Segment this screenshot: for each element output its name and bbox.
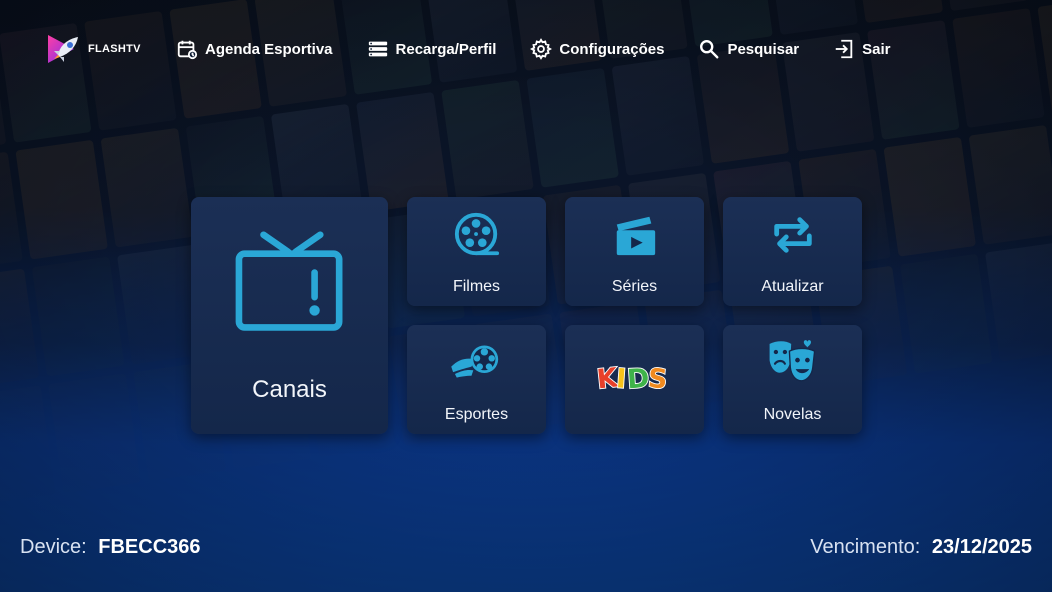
nav-configuracoes[interactable]: Configurações [530,38,664,60]
nav-pesquisar-label: Pesquisar [727,40,800,58]
nav-recarga-label: Recarga/Perfil [395,40,497,58]
calendar-icon [177,40,198,60]
soccer-ball-icon [450,345,498,378]
nav-pesquisar[interactable]: Pesquisar [698,38,799,60]
tile-atualizar[interactable]: Atualizar [723,197,862,306]
film-reel-icon [454,212,499,256]
device-value: FBECC366 [98,536,201,558]
rocket-logo-icon [48,35,78,63]
tile-atualizar-label: Atualizar [761,278,824,295]
nav-recarga-perfil[interactable]: Recarga/Perfil [367,38,497,60]
refresh-icon [773,217,812,253]
tv-icon [235,231,342,331]
main-nav: Agenda Esportiva Recarga/Perfil Configur… [176,38,891,60]
theater-masks-icon [769,340,815,382]
tile-esportes-label: Esportes [444,406,509,423]
tile-filmes-label: Filmes [452,278,501,295]
tile-novelas-label: Novelas [763,406,822,423]
tile-canais[interactable]: Canais [191,197,388,434]
logo-text: FLASHTV [88,43,141,55]
tile-series-label: Séries [611,278,658,295]
device-label: Device: [20,536,87,558]
clapperboard-icon [616,216,655,256]
nav-agenda-esportiva[interactable]: Agenda Esportiva [176,38,333,60]
tile-series[interactable]: Séries [565,197,704,306]
nav-sair[interactable]: Sair [833,38,891,60]
tile-novelas[interactable]: Novelas [723,325,862,434]
svg-text:I: I [615,363,627,395]
svg-text:S: S [646,363,668,395]
list-icon [368,41,387,57]
tile-esportes[interactable]: Esportes [407,325,546,434]
top-bar: FLASHTV Agenda Esportiva Recarga/Perfil [44,28,904,70]
nav-config-label: Configurações [559,40,665,58]
app-logo[interactable]: FLASHTV [44,29,172,69]
exit-icon [835,39,853,59]
nav-sair-label: Sair [862,40,891,58]
kids-logo: K I D S [595,361,670,395]
search-icon [700,40,719,59]
gear-icon [530,38,553,60]
device-info: Device: FBECC366 [20,536,201,559]
expiry-value: 23/12/2025 [931,536,1032,558]
tile-filmes[interactable]: Filmes [407,197,546,306]
tile-canais-label: Canais [252,376,327,403]
tile-kids[interactable]: K I D S [565,325,704,434]
expiry-info: Vencimento: 23/12/2025 [810,536,1032,559]
expiry-label: Vencimento: [810,536,921,558]
nav-agenda-label: Agenda Esportiva [205,40,333,58]
